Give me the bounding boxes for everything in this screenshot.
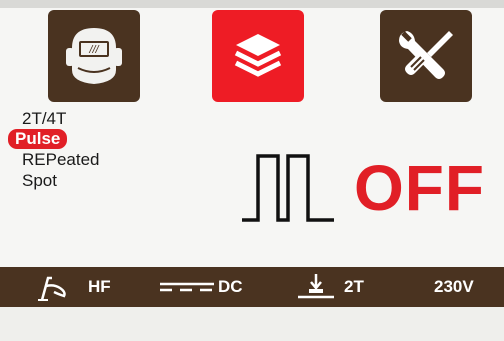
menu-item-repeated[interactable]: REPeated <box>22 149 100 170</box>
trigger-label: 2T <box>344 277 364 296</box>
mode-menu: 2T/4T Pulse REPeated Spot <box>8 108 100 191</box>
current-label: DC <box>218 277 243 296</box>
trigger-mode-icon <box>298 274 334 299</box>
welding-helmet-button[interactable]: /// <box>48 10 140 102</box>
pulse-status-value: OFF <box>354 152 485 224</box>
voltage-indicator: 230V <box>434 267 474 307</box>
voltage-label: 230V <box>434 277 474 296</box>
settings-tools-button[interactable] <box>380 10 472 102</box>
welder-display: /// 2T/4T Pulse REPeated Spot OFF HF DC … <box>0 0 504 341</box>
layers-button[interactable] <box>212 10 304 102</box>
top-edge <box>0 0 504 8</box>
pulse-waveform-icon <box>242 154 334 222</box>
wrench-screwdriver-icon <box>399 31 453 79</box>
trigger-mode-indicator: 2T <box>296 267 364 307</box>
helmet-glyph: /// <box>88 44 99 56</box>
menu-item-pulse[interactable]: Pulse <box>8 129 68 149</box>
menu-item-2t-4t[interactable]: 2T/4T <box>22 108 100 129</box>
layers-icon <box>234 34 282 77</box>
welding-helmet-icon: /// <box>66 28 122 84</box>
menu-item-spot[interactable]: Spot <box>22 170 100 191</box>
tig-torch-icon <box>38 276 66 301</box>
current-type-indicator: DC <box>160 267 243 307</box>
dc-symbol-icon <box>160 282 214 292</box>
status-bar: HF DC 2T 230V <box>0 267 504 307</box>
torch-label: HF <box>88 277 111 296</box>
bottom-strip <box>0 307 504 341</box>
torch-hf-indicator: HF <box>36 267 111 307</box>
